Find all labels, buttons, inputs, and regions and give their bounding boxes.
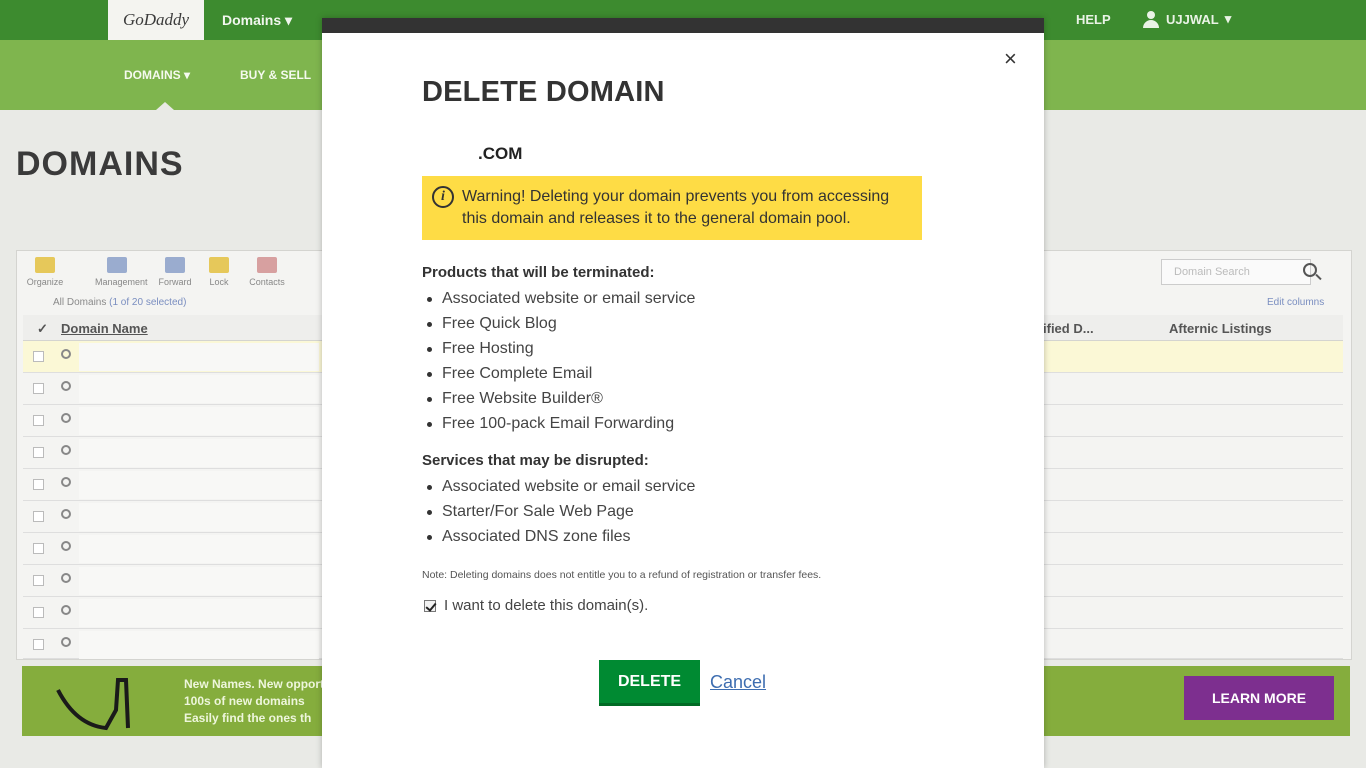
row-checkbox[interactable]: [33, 639, 44, 650]
subnav-domains[interactable]: DOMAINS ▾: [124, 68, 190, 82]
magnify-icon[interactable]: [61, 381, 71, 391]
close-icon[interactable]: ×: [1004, 48, 1017, 70]
chevron-down-icon: ▾: [1224, 11, 1232, 26]
warning-box: i Warning! Deleting your domain prevents…: [422, 176, 922, 240]
select-all-check[interactable]: ✓: [37, 321, 48, 337]
info-icon: i: [432, 186, 454, 208]
dialog-top-strip: [322, 18, 1044, 33]
list-item: Free Hosting: [422, 339, 695, 364]
magnify-icon[interactable]: [61, 541, 71, 551]
edit-columns-link[interactable]: Edit columns: [1267, 297, 1324, 308]
products-list: Associated website or email service Free…: [422, 289, 695, 439]
help-link[interactable]: HELP: [1076, 12, 1111, 27]
redacted-domain: [79, 407, 319, 435]
magnify-icon[interactable]: [61, 637, 71, 647]
learn-more-button[interactable]: LEARN MORE: [1184, 676, 1334, 720]
list-item: Free Complete Email: [422, 364, 695, 389]
user-icon: [1142, 10, 1160, 28]
magnify-icon[interactable]: [61, 477, 71, 487]
redacted-domain: [79, 503, 319, 531]
row-checkbox[interactable]: [33, 447, 44, 458]
organize-tool[interactable]: Organize: [23, 257, 67, 287]
subnav-buy-sell[interactable]: BUY & SELL: [240, 68, 311, 82]
magnify-icon[interactable]: [61, 509, 71, 519]
services-heading: Services that may be disrupted:: [422, 452, 649, 469]
contacts-tool[interactable]: Contacts: [245, 257, 289, 287]
management-tool[interactable]: Management: [95, 257, 148, 287]
delete-button[interactable]: DELETE: [599, 660, 700, 706]
redacted-domain: [79, 471, 319, 499]
magnify-icon[interactable]: [61, 573, 71, 583]
redacted-domain: [79, 631, 319, 659]
lock-tool[interactable]: Lock: [197, 257, 241, 287]
domain-search-input[interactable]: Domain Search: [1161, 259, 1311, 285]
magnify-icon[interactable]: [61, 349, 71, 359]
domains-menu[interactable]: Domains ▾: [222, 12, 292, 29]
user-menu[interactable]: UJJWAL ▾: [1142, 10, 1231, 28]
redacted-domain: [79, 567, 319, 595]
list-item: Associated website or email service: [422, 289, 695, 314]
document-icon: [107, 257, 127, 273]
row-checkbox[interactable]: [33, 543, 44, 554]
list-item: Starter/For Sale Web Page: [422, 502, 695, 527]
page-title: DOMAINS: [16, 145, 184, 183]
row-checkbox[interactable]: [33, 479, 44, 490]
list-item: Free Website Builder®: [422, 389, 695, 414]
magnify-icon[interactable]: [61, 445, 71, 455]
domain-name: .COM: [478, 144, 523, 163]
services-list: Associated website or email service Star…: [422, 477, 695, 552]
list-item: Free Quick Blog: [422, 314, 695, 339]
column-verified[interactable]: ified D...: [1043, 321, 1094, 336]
warning-text: Warning! Deleting your domain prevents y…: [462, 188, 890, 227]
forward-tool[interactable]: Forward: [153, 257, 197, 287]
redacted-domain: [79, 535, 319, 563]
refund-note: Note: Deleting domains does not entitle …: [422, 569, 822, 581]
forward-icon: [165, 257, 185, 273]
cancel-link[interactable]: Cancel: [710, 672, 766, 693]
confirm-delete-label: I want to delete this domain(s).: [444, 597, 649, 614]
products-heading: Products that will be terminated:: [422, 264, 655, 281]
column-domain-name[interactable]: Domain Name: [61, 321, 148, 336]
dialog-title: DELETE DOMAIN: [422, 76, 665, 108]
row-checkbox[interactable]: [33, 575, 44, 586]
redacted-domain: [79, 375, 319, 403]
promo-illustration: [56, 678, 130, 731]
redacted-domain: [79, 599, 319, 627]
redacted-domain: [79, 343, 319, 371]
contacts-icon: [257, 257, 277, 273]
row-checkbox[interactable]: [33, 383, 44, 394]
column-afternic-listings[interactable]: Afternic Listings: [1169, 321, 1272, 336]
row-checkbox[interactable]: [33, 415, 44, 426]
filter-line: All Domains (1 of 20 selected): [53, 297, 187, 308]
row-checkbox[interactable]: [33, 607, 44, 618]
confirm-delete-option[interactable]: I want to delete this domain(s).: [424, 597, 648, 614]
magnify-icon[interactable]: [61, 605, 71, 615]
folder-icon: [35, 257, 55, 273]
magnify-icon[interactable]: [61, 413, 71, 423]
row-checkbox[interactable]: [33, 351, 44, 362]
lock-icon: [209, 257, 229, 273]
list-item: Associated DNS zone files: [422, 527, 695, 552]
list-item: Free 100-pack Email Forwarding: [422, 414, 695, 439]
list-item: Associated website or email service: [422, 477, 695, 502]
confirm-delete-checkbox[interactable]: [424, 599, 436, 612]
active-indicator: [156, 102, 174, 110]
search-icon[interactable]: [1303, 263, 1317, 277]
redacted-domain: [79, 439, 319, 467]
delete-domain-dialog: × DELETE DOMAIN .COM i Warning! Deleting…: [322, 18, 1044, 768]
row-checkbox[interactable]: [33, 511, 44, 522]
godaddy-logo[interactable]: GoDaddy: [108, 0, 204, 40]
